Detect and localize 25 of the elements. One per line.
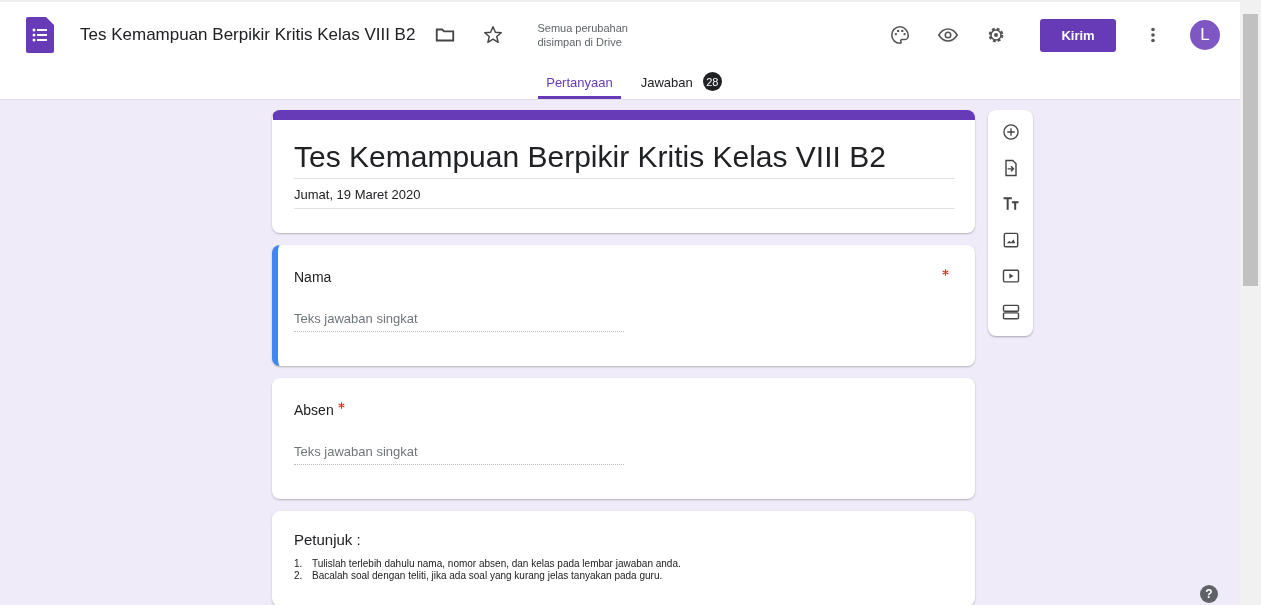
list-number: 1.: [294, 558, 304, 570]
list-number: 2.: [294, 570, 304, 582]
add-question-icon[interactable]: [1000, 122, 1021, 142]
form-description: Jumat, 19 Maret 2020: [294, 179, 955, 209]
answer-field[interactable]: Teks jawaban singkat: [294, 305, 624, 332]
palette-icon[interactable]: [889, 24, 911, 46]
answer-field[interactable]: Teks jawaban singkat: [294, 438, 624, 465]
question-label: Nama: [294, 269, 332, 285]
response-count-badge: 28: [702, 72, 722, 91]
tab[interactable]: Jawaban: [632, 68, 701, 99]
save-status: Semua perubahan disimpan di Drive: [537, 21, 629, 49]
section-title: Petunjuk :: [294, 531, 362, 548]
question-label: Absen: [294, 402, 334, 418]
document-title[interactable]: Tes Kemampuan Berpikir Kritis Kelas VIII B2: [80, 25, 416, 45]
scrollbar[interactable]: [1240, 0, 1261, 605]
video-icon[interactable]: [1000, 266, 1021, 286]
send-button[interactable]: Kirim: [1040, 18, 1116, 52]
help-button[interactable]: ?: [1200, 585, 1218, 603]
form-title: Tes Kemampuan Berpikir Kritis Kelas VIII B2: [294, 140, 955, 179]
section-icon[interactable]: [1000, 302, 1021, 322]
star-icon[interactable]: [482, 24, 505, 46]
instruction-text: Bacalah soal dengan teliti, jika ada soal yang kurang jelas tanyakan pada guru.: [312, 570, 663, 582]
forms-logo-icon[interactable]: [26, 17, 54, 53]
instruction-text: Tulislah terlebih dahulu nama, nomor absen, dan kelas pada lembar jawaban anda.: [312, 558, 681, 570]
account-avatar[interactable]: L: [1190, 20, 1220, 50]
